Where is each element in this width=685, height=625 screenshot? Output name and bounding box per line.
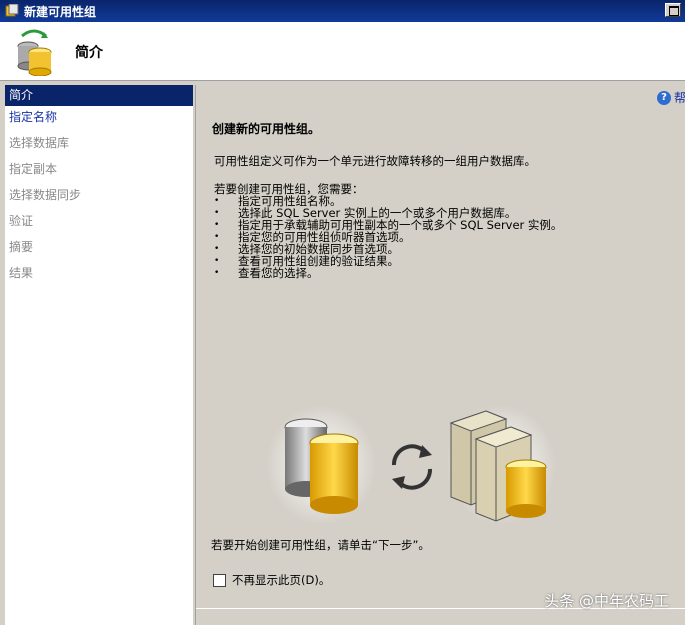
checkbox-label: 不再显示此页(D)。	[232, 573, 331, 587]
sidebar-item-validation: 验证	[9, 214, 34, 228]
sidebar-item-summary: 摘要	[9, 240, 34, 254]
sidebar-item-intro[interactable]: 简介	[5, 85, 193, 106]
replication-illustration-icon	[266, 405, 556, 525]
app-icon	[5, 4, 19, 17]
requirements-list: 若要创建可用性组，您需要： 指定可用性组名称。 选择此 SQL Server 实…	[214, 183, 562, 279]
watermark-text: 头条 @中年农码工	[544, 592, 669, 610]
content-heading: 创建新的可用性组。	[212, 122, 321, 136]
wizard-sidebar: 简介 指定名称 选择数据库 指定副本 选择数据同步 验证 摘要 结果	[5, 85, 193, 625]
sidebar-item-specify-replicas: 指定副本	[9, 162, 58, 176]
help-label: 帮	[673, 91, 685, 105]
sidebar-item-data-sync: 选择数据同步	[9, 188, 82, 202]
checkbox-box[interactable]	[213, 573, 226, 587]
window-title: 新建可用性组	[24, 4, 97, 19]
dont-show-again-checkbox[interactable]: 不再显示此页(D)。	[213, 572, 330, 588]
title-bar: 新建可用性组	[0, 0, 685, 22]
list-item: 查看您的选择。	[214, 267, 562, 279]
availability-group-icon	[17, 29, 52, 76]
sidebar-item-specify-name[interactable]: 指定名称	[5, 106, 193, 132]
content-pane: ? 帮 创建新的可用性组。 可用性组定义可作为一个单元进行故障转移的一组用户数据…	[195, 85, 685, 625]
description-text: 可用性组定义可作为一个单元进行故障转移的一组用户数据库。	[214, 154, 536, 168]
start-hint-text: 若要开始创建可用性组，请单击“下一步”。	[211, 538, 430, 552]
help-icon: ?	[656, 90, 671, 105]
maximize-button[interactable]	[665, 3, 681, 17]
page-header: 简介	[0, 22, 685, 81]
sidebar-item-results: 结果	[9, 266, 34, 280]
help-link[interactable]: ? 帮	[656, 89, 685, 106]
sidebar-item-select-databases: 选择数据库	[9, 136, 70, 150]
page-title: 简介	[75, 45, 103, 61]
